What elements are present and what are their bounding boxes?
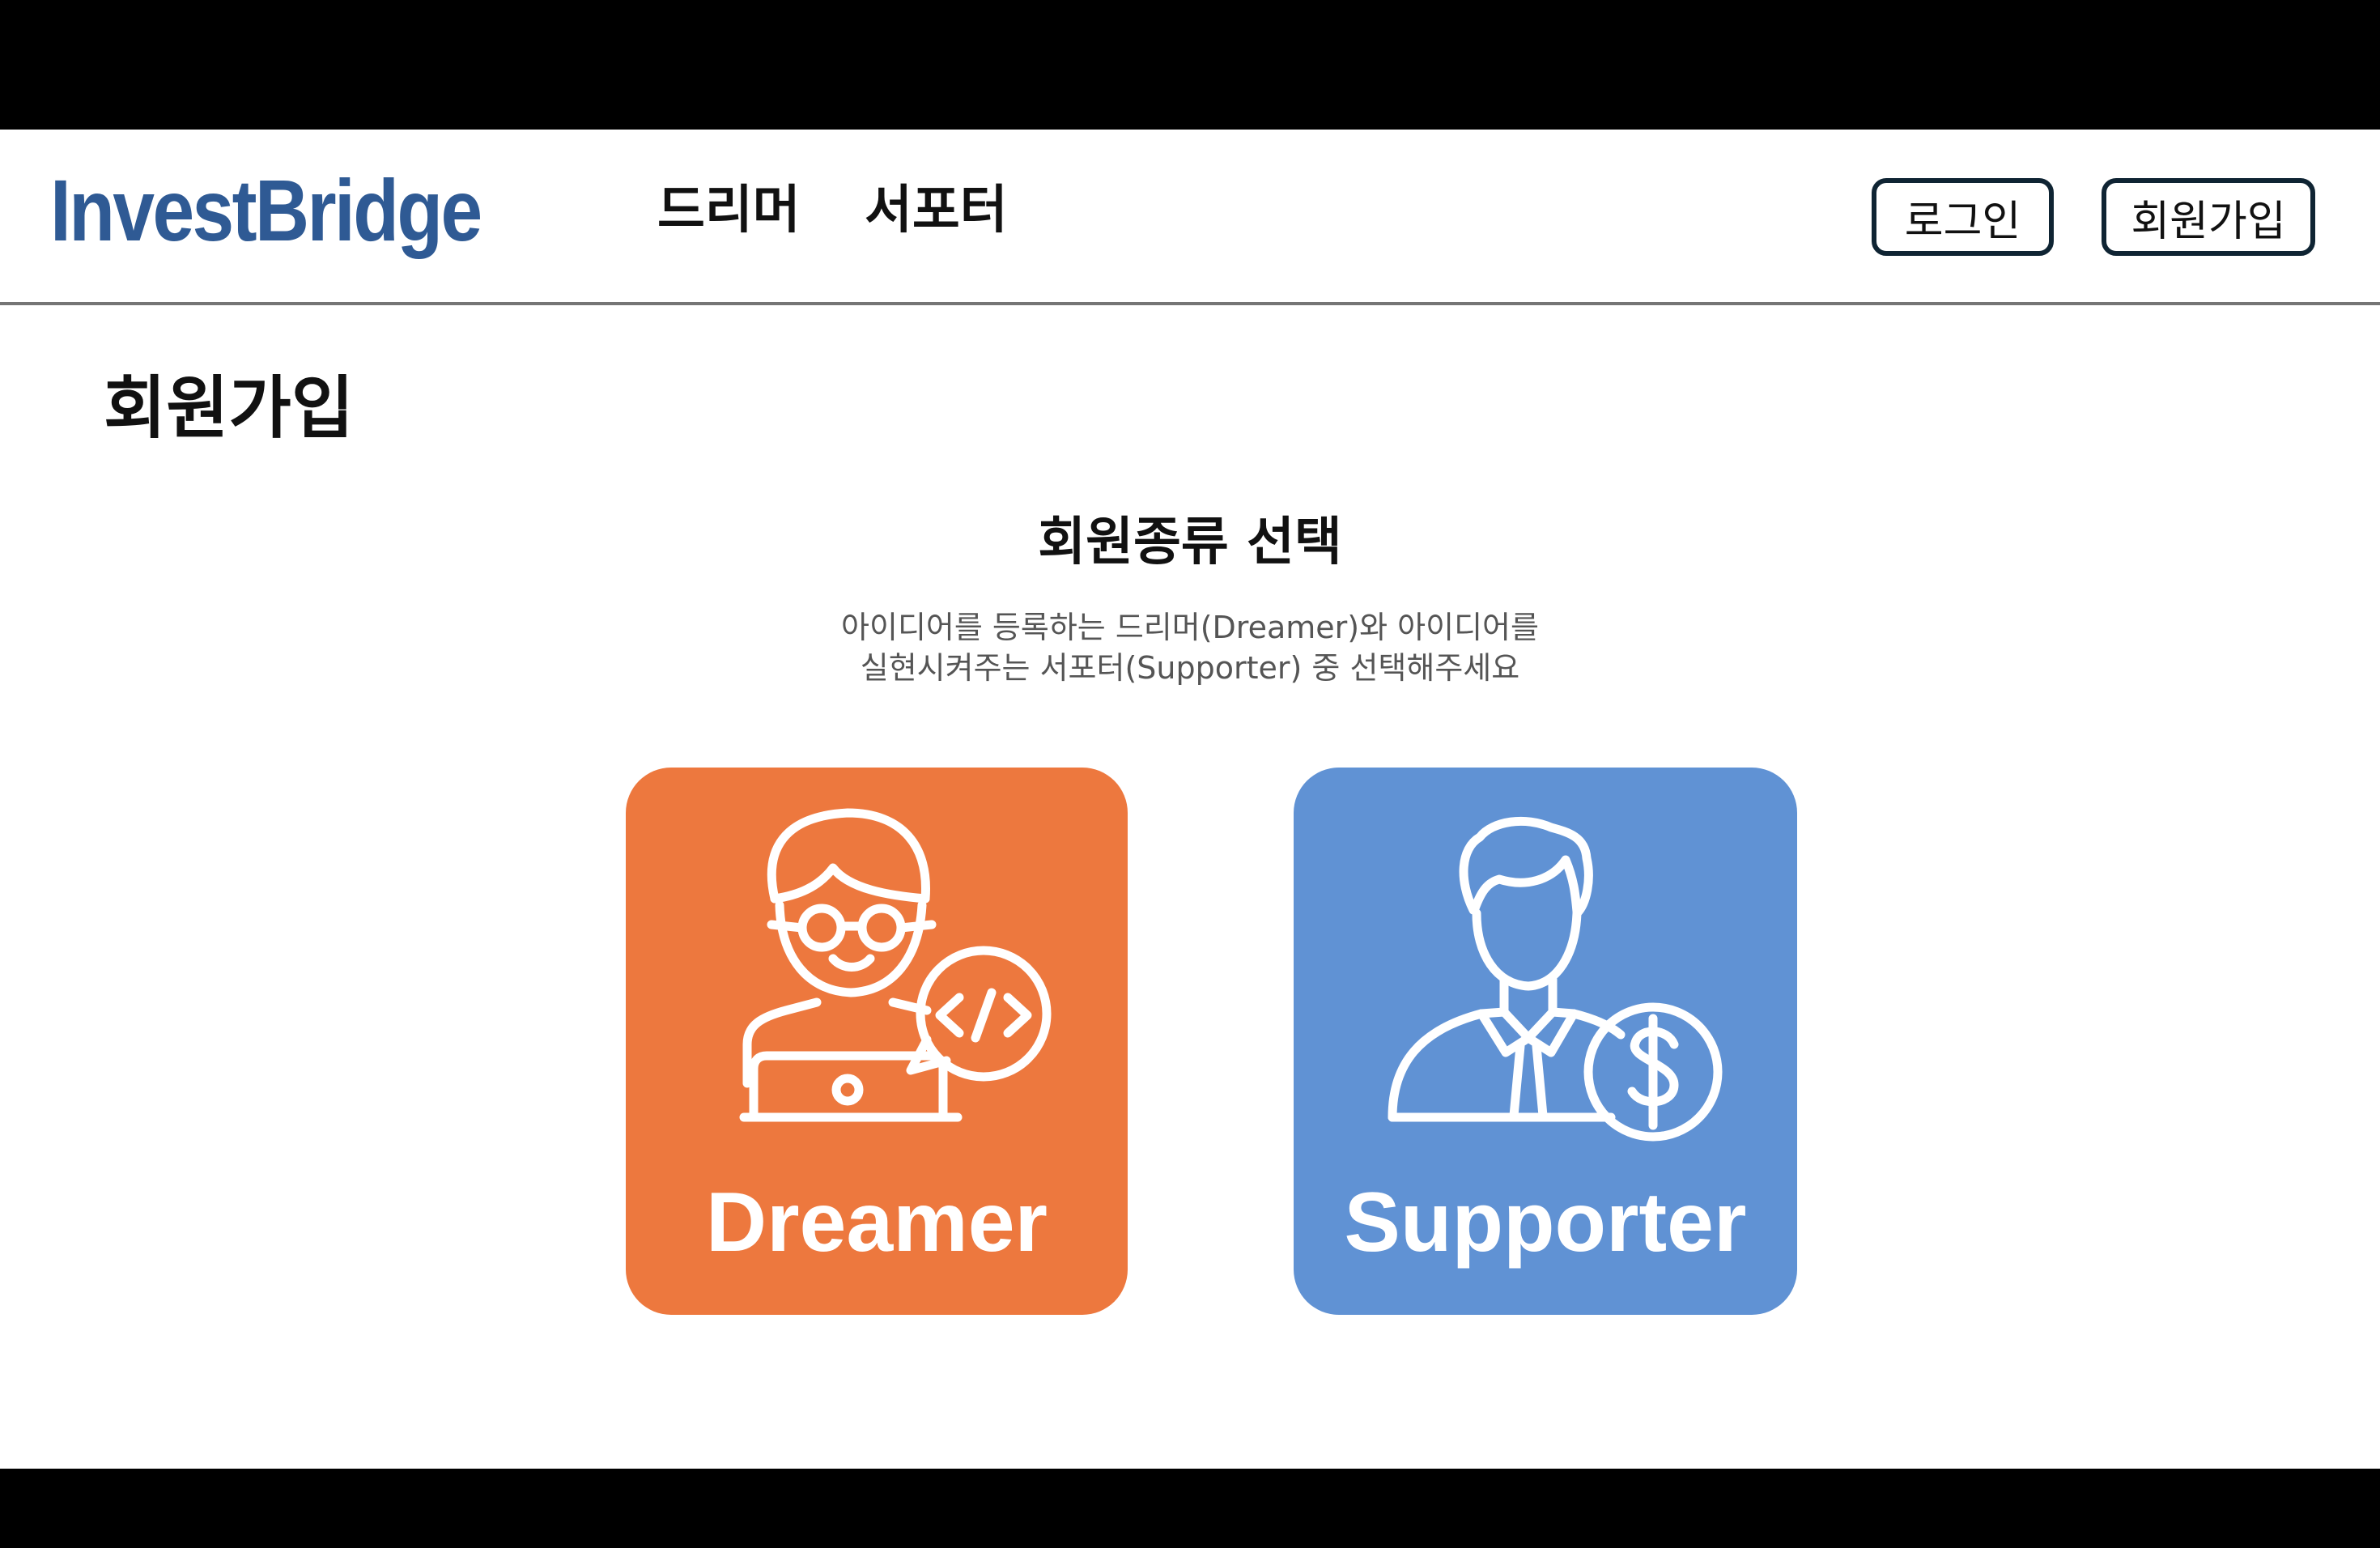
dreamer-card[interactable]: Dreamer <box>626 768 1128 1315</box>
header: InvestBridge 드리머 서포터 로그인 회원가입 <box>0 130 2380 305</box>
logo[interactable]: InvestBridge <box>50 167 482 254</box>
description-line-1: 아이디어를 등록하는 드리머(Dreamer)와 아이디어를 <box>841 610 1539 645</box>
page-title: 회원가입 <box>104 368 355 448</box>
nav-supporter[interactable]: 서포터 <box>865 185 1008 236</box>
description-line-2: 실현시켜주는 서포터(Supporter) 중 선택해주세요 <box>860 650 1520 686</box>
businessman-dollar-icon <box>1388 816 1723 1142</box>
supporter-card[interactable]: Supporter <box>1294 768 1797 1315</box>
section-title: 회원종류 선택 <box>1038 512 1342 572</box>
nav-dreamer[interactable]: 드리머 <box>657 185 801 236</box>
supporter-card-label: Supporter <box>1344 1176 1747 1269</box>
app-screen: InvestBridge 드리머 서포터 로그인 회원가입 회원가입 회원종류 … <box>0 130 2380 1469</box>
login-button[interactable]: 로그인 <box>1872 178 2054 256</box>
dreamer-card-label: Dreamer <box>705 1176 1048 1269</box>
developer-laptop-code-icon <box>739 808 1052 1122</box>
signup-button[interactable]: 회원가입 <box>2102 178 2315 256</box>
